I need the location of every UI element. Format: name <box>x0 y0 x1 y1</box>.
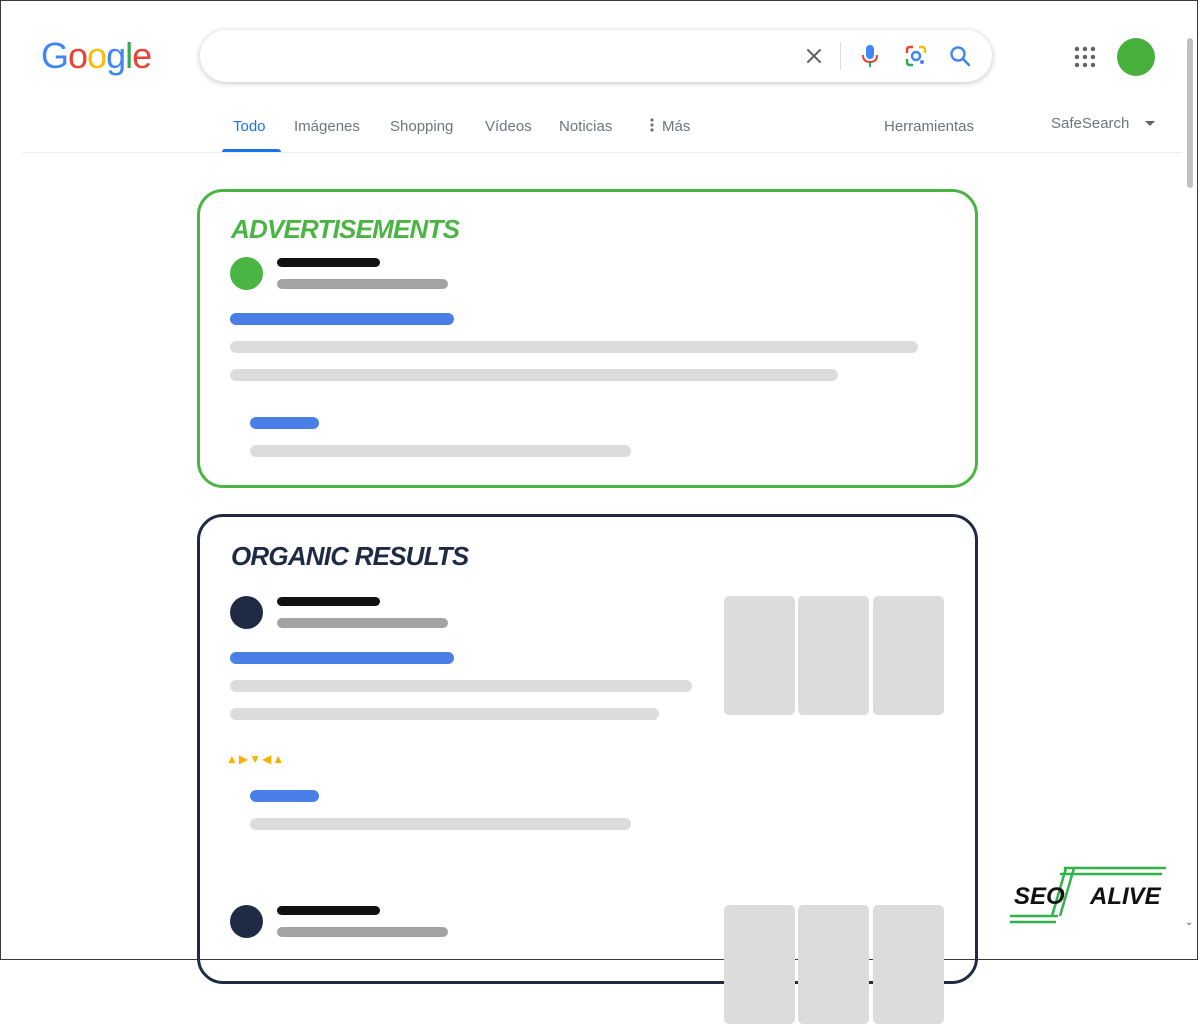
ad-site-name[interactable] <box>277 258 380 267</box>
tools-button[interactable]: Herramientas <box>884 118 974 135</box>
logo-letter: o <box>68 35 88 76</box>
logo-letter: o <box>87 35 107 76</box>
ad-sitelink-snippet <box>250 445 631 457</box>
search-input[interactable] <box>224 42 788 72</box>
result-thumbnail[interactable] <box>798 905 869 1024</box>
tab-mas[interactable]: Más <box>650 118 690 136</box>
ad-favicon <box>230 257 263 290</box>
tabs-divider <box>22 152 1182 153</box>
ad-url[interactable] <box>277 279 448 289</box>
tab-mas-label: Más <box>662 118 691 135</box>
scroll-down-icon[interactable]: ⌄ <box>1185 917 1193 928</box>
advertisements-box: ADVERTISEMENTS <box>197 189 978 488</box>
result-snippet-line <box>230 680 692 692</box>
result-favicon <box>230 905 263 938</box>
advertisements-title: ADVERTISEMENTS <box>231 214 460 244</box>
safesearch-button[interactable]: SafeSearch <box>1051 115 1129 132</box>
result-url[interactable] <box>277 927 448 937</box>
search-divider <box>840 42 841 70</box>
ad-title-link[interactable] <box>230 313 454 325</box>
ad-snippet-line <box>230 341 918 353</box>
result-site-name[interactable] <box>277 597 380 606</box>
result-title-link[interactable] <box>230 652 454 664</box>
tab-todo[interactable]: Todo <box>233 118 266 135</box>
apps-grid-icon[interactable] <box>1074 46 1096 68</box>
tab-noticias[interactable]: Noticias <box>559 118 612 135</box>
logo-letter: e <box>132 35 152 76</box>
close-icon[interactable] <box>800 42 828 70</box>
logo-letter: l <box>125 35 133 76</box>
result-thumbnail[interactable] <box>873 596 944 715</box>
google-lens-icon[interactable] <box>902 42 930 70</box>
search-bar[interactable] <box>200 30 992 82</box>
seo-alive-right-text: ALIVE <box>1089 883 1162 910</box>
seo-alive-left-text: SEO <box>1014 883 1065 910</box>
seo-alive-logo: SEO ALIVE <box>1008 866 1168 924</box>
ad-snippet-line <box>230 369 838 381</box>
logo-letter: g <box>106 35 126 76</box>
tab-imagenes[interactable]: Imágenes <box>294 118 360 135</box>
result-sitelink[interactable] <box>250 790 319 802</box>
organic-results-title: ORGANIC RESULTS <box>231 541 469 571</box>
result-sitelink-snippet <box>250 818 631 830</box>
chevron-down-icon[interactable] <box>1145 121 1155 126</box>
scrollbar-thumb[interactable] <box>1187 38 1193 188</box>
tab-shopping[interactable]: Shopping <box>390 118 453 135</box>
result-snippet-line <box>230 708 659 720</box>
search-icon[interactable] <box>946 42 974 70</box>
result-thumbnail[interactable] <box>873 905 944 1024</box>
ad-sitelink[interactable] <box>250 417 319 429</box>
microphone-icon[interactable] <box>856 42 884 70</box>
result-site-name[interactable] <box>277 906 380 915</box>
result-thumbnail[interactable] <box>724 905 795 1024</box>
logo-letter: G <box>41 35 69 76</box>
result-thumbnail[interactable] <box>798 596 869 715</box>
result-thumbnail[interactable] <box>724 596 795 715</box>
result-url[interactable] <box>277 618 448 628</box>
google-logo[interactable]: Google <box>41 33 152 79</box>
result-favicon <box>230 596 263 629</box>
rating-stars: ▲▶▼◀▲ <box>226 752 286 766</box>
avatar[interactable] <box>1117 38 1155 76</box>
more-vert-icon <box>650 118 654 136</box>
tab-videos[interactable]: Vídeos <box>485 118 532 135</box>
